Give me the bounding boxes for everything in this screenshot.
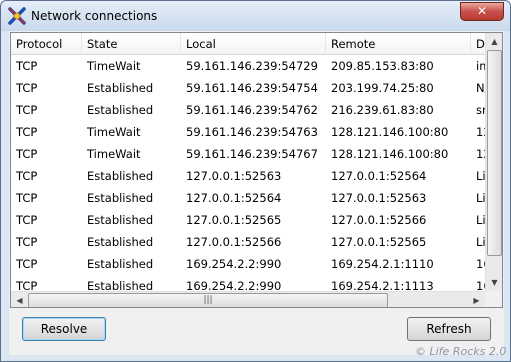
table-row[interactable]: TCP Established 127.0.0.1:52564 127.0.0.… <box>11 187 485 209</box>
cell-state: TimeWait <box>87 59 141 73</box>
cell-protocol: TCP <box>16 125 38 139</box>
cell-state: Established <box>87 103 154 117</box>
cell-protocol: TCP <box>16 147 38 161</box>
cell-protocol: TCP <box>16 59 38 73</box>
table-row[interactable]: TCP Established 169.254.2.2:990 169.254.… <box>11 253 485 275</box>
cell-local: 169.254.2.2:990 <box>186 257 282 271</box>
scrollbar-corner <box>485 291 502 307</box>
cell-dns: 16 <box>476 257 485 271</box>
cell-local: 127.0.0.1:52564 <box>186 191 282 205</box>
network-connections-window: Network connections ✕ Protocol State Loc… <box>0 0 511 362</box>
vertical-scroll-thumb[interactable] <box>487 50 502 256</box>
cell-local: 127.0.0.1:52566 <box>186 235 282 249</box>
cell-remote: 127.0.0.1:52565 <box>331 235 427 249</box>
watermark: © Life Rocks 2.0 <box>415 345 507 358</box>
cell-remote: 127.0.0.1:52563 <box>331 191 427 205</box>
cell-remote: 216.239.61.83:80 <box>331 103 434 117</box>
cell-protocol: TCP <box>16 103 38 117</box>
horizontal-scrollbar[interactable]: ◀ ||| ▶ <box>11 291 485 307</box>
cell-state: Established <box>87 257 154 271</box>
close-icon: ✕ <box>476 4 488 18</box>
table-row[interactable]: TCP Established 59.161.146.239:54754 203… <box>11 77 485 99</box>
cell-local: 59.161.146.239:54754 <box>186 81 318 95</box>
table-row[interactable]: TCP Established 169.254.2.2:990 169.254.… <box>11 275 485 291</box>
table-row[interactable]: TCP Established 127.0.0.1:52565 127.0.0.… <box>11 209 485 231</box>
refresh-button[interactable]: Refresh <box>407 317 491 341</box>
list-header: Protocol State Local Remote DN <box>11 33 501 55</box>
column-header-protocol[interactable]: Protocol <box>11 33 82 55</box>
cell-remote: 128.121.146.100:80 <box>331 147 449 161</box>
cell-dns: 16 <box>476 279 485 291</box>
scroll-grip-icon: ||| <box>203 295 213 305</box>
table-row[interactable]: TCP Established 127.0.0.1:52563 127.0.0.… <box>11 165 485 187</box>
cell-state: TimeWait <box>87 125 141 139</box>
cell-dns: Lit <box>476 213 485 227</box>
table-row[interactable]: TCP TimeWait 59.161.146.239:54763 128.12… <box>11 121 485 143</box>
cell-protocol: TCP <box>16 191 38 205</box>
connections-list[interactable]: Protocol State Local Remote DN TCP TimeW… <box>10 32 503 308</box>
cell-dns: Lit <box>476 235 485 249</box>
cell-dns: Lit <box>476 191 485 205</box>
cell-remote: 209.85.153.83:80 <box>331 59 434 73</box>
cell-state: Established <box>87 81 154 95</box>
cell-local: 169.254.2.2:990 <box>186 279 282 291</box>
list-rows: TCP TimeWait 59.161.146.239:54729 209.85… <box>11 55 485 291</box>
cell-protocol: TCP <box>16 81 38 95</box>
cell-dns: im <box>476 59 485 73</box>
scroll-left-icon[interactable]: ◀ <box>11 292 28 307</box>
cell-local: 59.161.146.239:54763 <box>186 125 318 139</box>
column-header-state[interactable]: State <box>82 33 181 55</box>
window-title: Network connections <box>31 9 158 23</box>
cell-local: 127.0.0.1:52563 <box>186 169 282 183</box>
cell-remote: 203.199.74.25:80 <box>331 81 434 95</box>
cell-local: 59.161.146.239:54762 <box>186 103 318 117</box>
cell-protocol: TCP <box>16 279 38 291</box>
scroll-down-icon[interactable]: ▼ <box>486 274 502 291</box>
column-header-local[interactable]: Local <box>181 33 326 55</box>
cell-state: Established <box>87 213 154 227</box>
table-row[interactable]: TCP Established 59.161.146.239:54762 216… <box>11 99 485 121</box>
cell-local: 59.161.146.239:54729 <box>186 59 318 73</box>
cell-dns: N/ <box>476 81 485 95</box>
cell-local: 127.0.0.1:52565 <box>186 213 282 227</box>
cell-state: Established <box>87 191 154 205</box>
cell-protocol: TCP <box>16 235 38 249</box>
cell-dns: sn <box>476 103 485 117</box>
title-bar[interactable]: Network connections ✕ <box>1 1 510 31</box>
cell-dns: 12 <box>476 147 485 161</box>
cell-protocol: TCP <box>16 257 38 271</box>
cell-protocol: TCP <box>16 213 38 227</box>
scroll-up-icon[interactable]: ▲ <box>486 33 502 50</box>
cell-dns: 12 <box>476 125 485 139</box>
dialog-client-area: Protocol State Local Remote DN TCP TimeW… <box>9 31 504 355</box>
close-button[interactable]: ✕ <box>460 2 504 21</box>
vertical-scrollbar[interactable]: ▲ ▼ <box>485 33 502 291</box>
cell-remote: 127.0.0.1:52566 <box>331 213 427 227</box>
table-row[interactable]: TCP TimeWait 59.161.146.239:54767 128.12… <box>11 143 485 165</box>
cell-remote: 127.0.0.1:52564 <box>331 169 427 183</box>
column-header-remote[interactable]: Remote <box>326 33 471 55</box>
cell-protocol: TCP <box>16 169 38 183</box>
cell-state: Established <box>87 169 154 183</box>
cell-state: Established <box>87 279 154 291</box>
cell-remote: 169.254.2.1:1113 <box>331 279 434 291</box>
network-app-icon <box>8 7 26 25</box>
cell-remote: 169.254.2.1:1110 <box>331 257 434 271</box>
cell-dns: Lit <box>476 169 485 183</box>
cell-local: 59.161.146.239:54767 <box>186 147 318 161</box>
horizontal-scroll-thumb[interactable]: ||| <box>28 293 388 307</box>
table-row[interactable]: TCP TimeWait 59.161.146.239:54729 209.85… <box>11 55 485 77</box>
resolve-button[interactable]: Resolve <box>22 317 106 341</box>
cell-remote: 128.121.146.100:80 <box>331 125 449 139</box>
scroll-right-icon[interactable]: ▶ <box>468 292 485 307</box>
cell-state: Established <box>87 235 154 249</box>
table-row[interactable]: TCP Established 127.0.0.1:52566 127.0.0.… <box>11 231 485 253</box>
cell-state: TimeWait <box>87 147 141 161</box>
